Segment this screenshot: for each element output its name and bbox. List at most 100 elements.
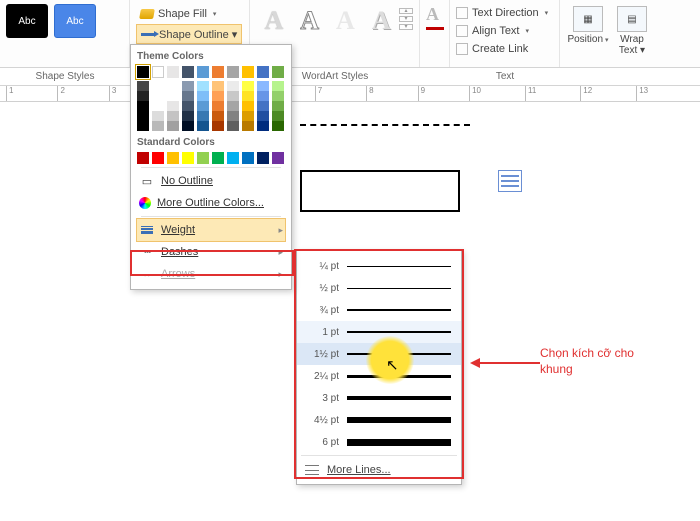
weight-item[interactable]: Weight ▸ (137, 219, 285, 241)
theme-shade-swatch[interactable] (167, 111, 179, 121)
more-lines-item[interactable]: More Lines... (297, 458, 461, 482)
wordart-style-2[interactable]: A (292, 4, 328, 38)
standard-color-swatch[interactable] (182, 152, 194, 164)
standard-color-swatch[interactable] (242, 152, 254, 164)
theme-color-swatch[interactable] (227, 66, 239, 78)
text-direction-button[interactable]: Text Direction▾ (456, 4, 548, 22)
theme-shade-swatch[interactable] (227, 111, 239, 121)
weight-option[interactable]: 1½ pt (297, 343, 461, 365)
weight-option[interactable]: ¼ pt (297, 255, 461, 277)
theme-color-swatch[interactable] (212, 66, 224, 78)
theme-shade-swatch[interactable] (182, 91, 194, 101)
theme-shade-swatch[interactable] (212, 101, 224, 111)
theme-color-swatch[interactable] (197, 66, 209, 78)
theme-color-swatch[interactable] (167, 66, 179, 78)
layout-options-icon[interactable] (498, 170, 522, 192)
theme-shade-swatch[interactable] (152, 81, 164, 91)
theme-shade-swatch[interactable] (182, 121, 194, 131)
theme-shade-swatch[interactable] (242, 81, 254, 91)
theme-shade-swatch[interactable] (242, 91, 254, 101)
weight-option[interactable]: 4½ pt (297, 409, 461, 431)
theme-shade-swatch[interactable] (242, 121, 254, 131)
theme-shade-swatch[interactable] (227, 101, 239, 111)
shape-fill-button[interactable]: Shape Fill ▾ (136, 4, 220, 24)
position-button[interactable]: ▦ Position▾ (566, 4, 610, 45)
theme-shade-swatch[interactable] (197, 121, 209, 131)
weight-option[interactable]: 3 pt (297, 387, 461, 409)
theme-shade-swatch[interactable] (257, 111, 269, 121)
dashed-line-shape[interactable] (300, 124, 470, 126)
theme-shade-swatch[interactable] (182, 81, 194, 91)
theme-shade-swatch[interactable] (182, 111, 194, 121)
theme-color-swatch[interactable] (182, 66, 194, 78)
dashes-item[interactable]: ┄ Dashes ▸ (137, 241, 285, 263)
theme-shade-swatch[interactable] (167, 91, 179, 101)
create-link-button[interactable]: Create Link (456, 40, 528, 58)
standard-color-swatch[interactable] (137, 152, 149, 164)
no-outline-item[interactable]: ▭ No Outline (137, 170, 285, 192)
theme-shade-swatch[interactable] (257, 81, 269, 91)
theme-shade-swatch[interactable] (137, 111, 149, 121)
theme-shade-swatch[interactable] (137, 91, 149, 101)
wordart-more[interactable]: ▴▾▾ (399, 4, 413, 30)
theme-shade-swatch[interactable] (242, 101, 254, 111)
theme-shade-swatch[interactable] (272, 101, 284, 111)
theme-shade-swatch[interactable] (182, 101, 194, 111)
wordart-style-3[interactable]: A (328, 4, 364, 38)
theme-shade-swatch[interactable] (137, 101, 149, 111)
weight-option[interactable]: ¾ pt (297, 299, 461, 321)
align-text-button[interactable]: Align Text▾ (456, 22, 529, 40)
standard-color-swatch[interactable] (257, 152, 269, 164)
theme-shade-swatch[interactable] (272, 91, 284, 101)
theme-shade-swatch[interactable] (152, 101, 164, 111)
weight-option[interactable]: ½ pt (297, 277, 461, 299)
theme-shade-swatch[interactable] (197, 91, 209, 101)
weight-option[interactable]: 1 pt (297, 321, 461, 343)
theme-color-swatch[interactable] (152, 66, 164, 78)
theme-shade-swatch[interactable] (272, 81, 284, 91)
standard-color-swatch[interactable] (197, 152, 209, 164)
theme-shade-swatch[interactable] (212, 121, 224, 131)
wordart-style-4[interactable]: A (363, 4, 399, 38)
theme-color-swatch[interactable] (272, 66, 284, 78)
theme-shade-swatch[interactable] (212, 91, 224, 101)
theme-shade-swatch[interactable] (272, 121, 284, 131)
theme-shade-swatch[interactable] (227, 81, 239, 91)
text-style-a-icon[interactable]: A (426, 4, 439, 25)
wordart-style-1[interactable]: A (256, 4, 292, 38)
theme-color-swatch[interactable] (242, 66, 254, 78)
wrap-text-button[interactable]: ▤ Wrap Text ▾ (610, 4, 654, 56)
theme-shade-swatch[interactable] (242, 111, 254, 121)
standard-color-swatch[interactable] (167, 152, 179, 164)
theme-shade-swatch[interactable] (167, 81, 179, 91)
theme-shade-swatch[interactable] (272, 111, 284, 121)
theme-shade-swatch[interactable] (212, 81, 224, 91)
theme-shade-swatch[interactable] (227, 121, 239, 131)
theme-shade-swatch[interactable] (212, 111, 224, 121)
style-swatch-blue[interactable]: Abc (54, 4, 96, 38)
rectangle-shape[interactable] (300, 170, 460, 212)
theme-shade-swatch[interactable] (167, 121, 179, 131)
more-outline-colors-item[interactable]: More Outline Colors... (137, 192, 285, 214)
theme-shade-swatch[interactable] (257, 101, 269, 111)
standard-color-swatch[interactable] (272, 152, 284, 164)
standard-color-swatch[interactable] (212, 152, 224, 164)
weight-option[interactable]: 2¼ pt (297, 365, 461, 387)
theme-shade-swatch[interactable] (257, 91, 269, 101)
standard-color-swatch[interactable] (152, 152, 164, 164)
theme-shade-swatch[interactable] (227, 91, 239, 101)
style-swatch-black[interactable]: Abc (6, 4, 48, 38)
theme-shade-swatch[interactable] (137, 81, 149, 91)
weight-option[interactable]: 6 pt (297, 431, 461, 453)
theme-shade-swatch[interactable] (197, 101, 209, 111)
standard-color-swatch[interactable] (227, 152, 239, 164)
shape-outline-button[interactable]: Shape Outline ▾ (136, 24, 242, 44)
theme-shade-swatch[interactable] (152, 91, 164, 101)
theme-shade-swatch[interactable] (152, 111, 164, 121)
theme-shade-swatch[interactable] (137, 121, 149, 131)
theme-color-swatch[interactable] (137, 66, 149, 78)
theme-color-swatch[interactable] (257, 66, 269, 78)
theme-shade-swatch[interactable] (197, 81, 209, 91)
theme-shade-swatch[interactable] (197, 111, 209, 121)
theme-shade-swatch[interactable] (152, 121, 164, 131)
